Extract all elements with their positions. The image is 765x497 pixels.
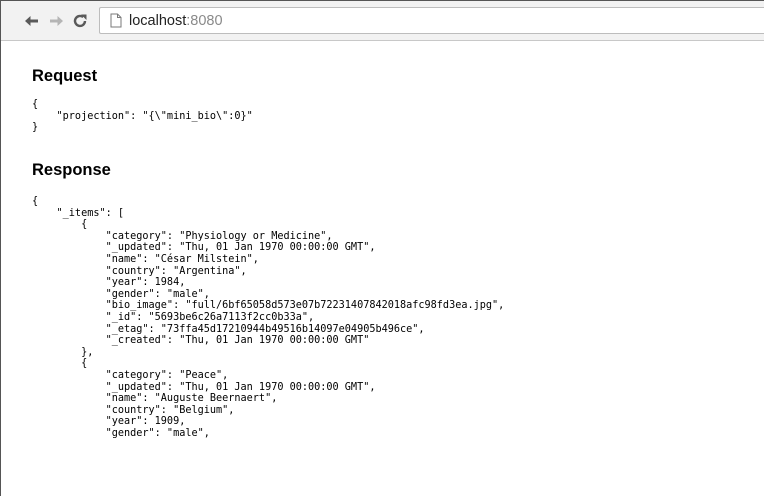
browser-window: localhost:8080 Request { "projection": "… [0, 0, 764, 496]
url-text: localhost:8080 [129, 13, 223, 29]
reload-button[interactable] [71, 12, 89, 30]
forward-button[interactable] [47, 12, 65, 30]
response-json: { "_items": [ { "category": "Physiology … [32, 196, 505, 439]
page-icon [110, 13, 124, 29]
request-json: { "projection": "{\"mini_bio\":0}" } [32, 99, 253, 134]
arrow-left-icon [25, 16, 38, 26]
browser-toolbar: localhost:8080 [1, 1, 764, 41]
response-heading: Response [32, 161, 111, 179]
url-port: :8080 [186, 12, 223, 29]
back-button[interactable] [23, 12, 41, 30]
arrow-right-icon [50, 16, 63, 26]
page-content: Request { "projection": "{\"mini_bio\":0… [1, 42, 764, 496]
url-host: localhost [129, 12, 187, 29]
request-heading: Request [32, 67, 98, 85]
address-bar[interactable]: localhost:8080 [99, 7, 764, 34]
reload-icon [73, 14, 87, 28]
